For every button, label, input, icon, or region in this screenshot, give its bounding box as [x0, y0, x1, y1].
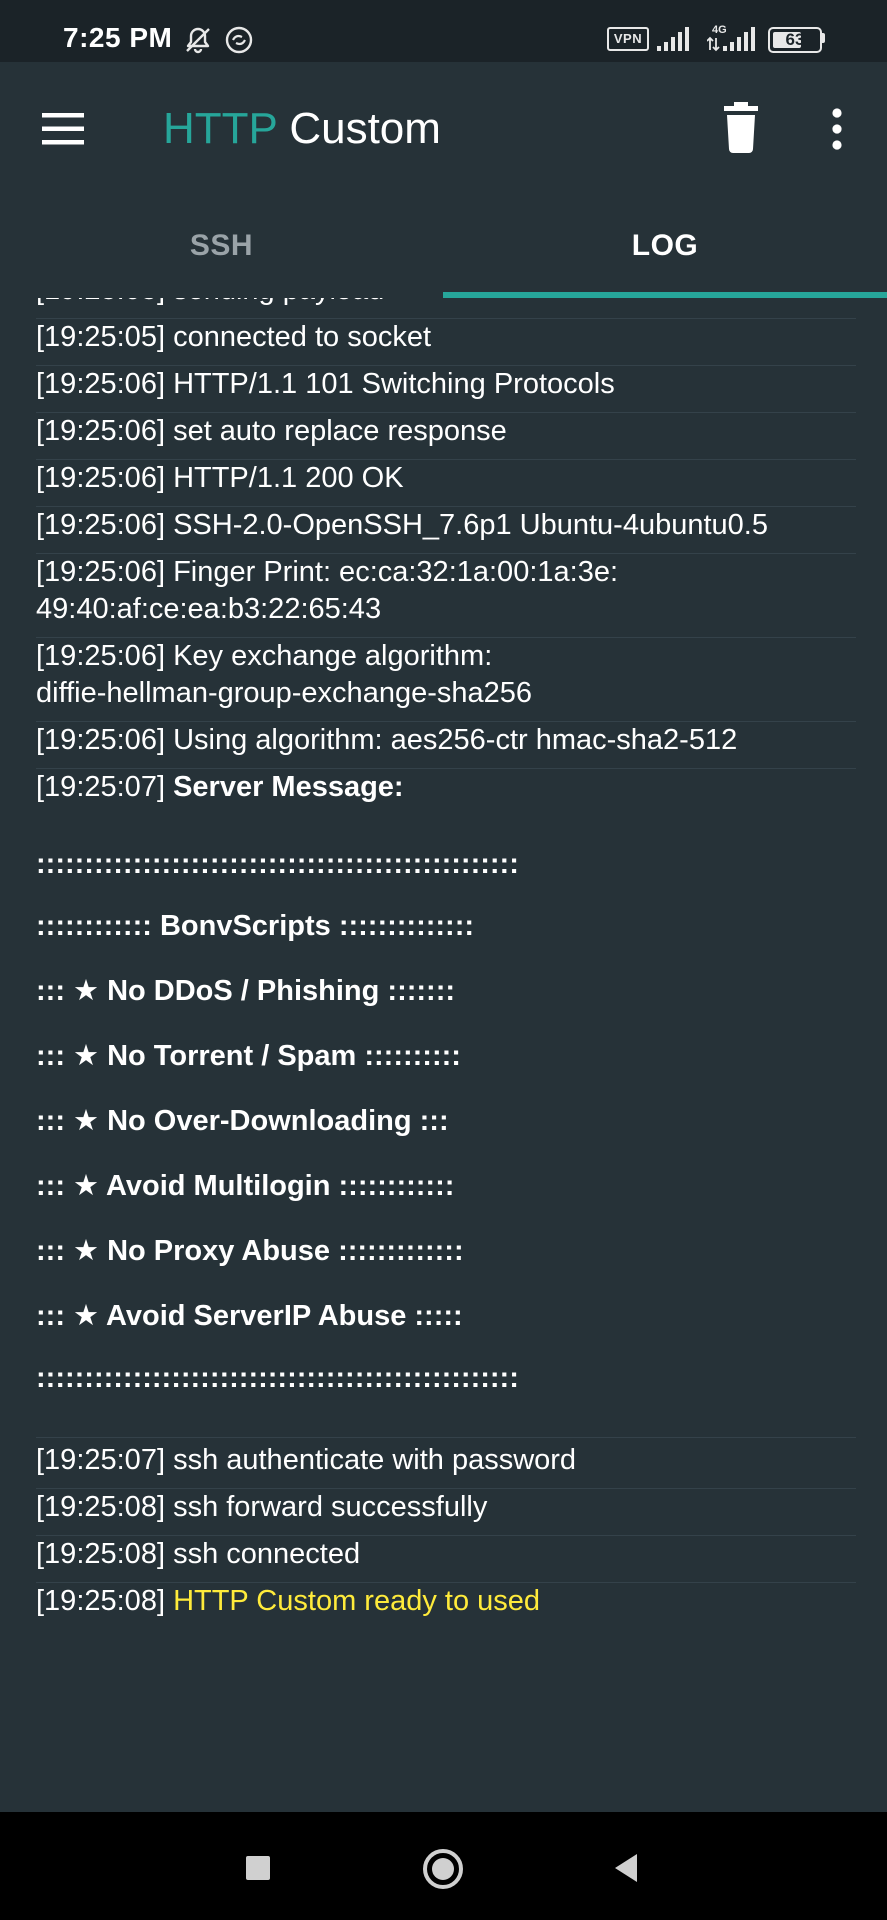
- app-title: HTTP Custom: [163, 104, 441, 154]
- battery-percent: 63: [785, 30, 805, 49]
- log-text: SSH-2.0-OpenSSH_7.6p1 Ubuntu-4ubuntu0.5: [173, 509, 768, 541]
- server-message-line: ::: ★ Avoid ServerIP Abuse :::::: [36, 1300, 463, 1332]
- app-screen: 7:25 PM VPN 4G 63 HTTP Custom SSH LOG [1…: [0, 0, 887, 1920]
- app-title-rest: Custom: [289, 104, 441, 153]
- back-icon: [615, 1854, 637, 1882]
- log-text: ssh connected: [173, 1538, 361, 1570]
- log-text: Finger Print: ec:ca:32:1a:00:1a:3e:: [173, 556, 619, 588]
- log-text: ssh forward successfully: [173, 1491, 488, 1523]
- log-text: HTTP/1.1 200 OK: [173, 462, 404, 494]
- server-message-line: ::::::::::::::::::::::::::::::::::::::::…: [36, 1362, 519, 1394]
- log-entry: [19:25:06] SSH-2.0-OpenSSH_7.6p1 Ubuntu-…: [36, 507, 856, 554]
- app-bar: HTTP Custom: [0, 62, 887, 198]
- log-list[interactable]: [19:25:05] sending payload [19:25:05] co…: [0, 298, 887, 1812]
- server-message-line: ::: ★ No DDoS / Phishing :::::::: [36, 975, 456, 1007]
- home-button[interactable]: [420, 1846, 464, 1890]
- log-time: [19:25:06]: [36, 509, 165, 541]
- log-entry: [19:25:06] Key exchange algorithm: diffie…: [36, 638, 856, 722]
- log-time: [19:25:08]: [36, 1585, 165, 1617]
- log-time: [19:25:06]: [36, 556, 165, 588]
- log-text: Using algorithm: aes256-ctr hmac-sha2-51…: [173, 724, 738, 756]
- log-entry-ready: [19:25:08] HTTP Custom ready to used: [36, 1583, 856, 1629]
- menu-icon: [42, 113, 84, 145]
- back-button[interactable]: [604, 1846, 648, 1890]
- signal-icon: [657, 27, 689, 51]
- battery-tip: [821, 33, 825, 43]
- log-time: [19:25:06]: [36, 724, 165, 756]
- server-message-line: ::: ★ Avoid Multilogin ::::::::::::: [36, 1170, 455, 1202]
- log-text-cont: diffie-hellman-group-exchange-sha256: [36, 677, 533, 709]
- log-text-highlight: HTTP Custom ready to used: [173, 1585, 541, 1617]
- log-time: [19:25:06]: [36, 640, 165, 672]
- signal-4g-icon: [707, 27, 755, 52]
- log-time: [19:25:05]: [36, 321, 165, 353]
- home-icon: [423, 1849, 463, 1889]
- alarm-off-icon: [186, 27, 210, 54]
- log-text: HTTP/1.1 101 Switching Protocols: [173, 368, 615, 400]
- more-options-button[interactable]: [810, 94, 864, 164]
- log-text: Key exchange algorithm:: [173, 640, 493, 672]
- server-message-line: ::: ★ No Over-Downloading :::: [36, 1105, 449, 1137]
- log-entry: [19:25:06] set auto replace response: [36, 413, 856, 460]
- log-entry: [19:25:06] Using algorithm: aes256-ctr h…: [36, 722, 856, 769]
- server-message-label: Server Message:: [173, 771, 404, 803]
- log-time: [19:25:07]: [36, 771, 165, 803]
- log-entry: [19:25:08] ssh forward successfully: [36, 1489, 856, 1536]
- log-time: [19:25:06]: [36, 415, 165, 447]
- log-text: sending payload: [173, 298, 384, 306]
- server-message-line: :::::::::::: BonvScripts ::::::::::::::: [36, 910, 475, 942]
- log-entry: [19:25:05] sending payload: [36, 298, 856, 319]
- trash-icon: [724, 102, 758, 153]
- log-text: connected to socket: [173, 321, 432, 353]
- server-message-header: [19:25:07] Server Message:: [36, 769, 856, 806]
- tab-bar: SSH LOG: [0, 198, 887, 298]
- menu-button[interactable]: [30, 100, 96, 158]
- recent-apps-icon: [246, 1856, 270, 1880]
- log-entry: [19:25:06] Finger Print: ec:ca:32:1a:00:…: [36, 554, 856, 638]
- log-time: [19:25:08]: [36, 1538, 165, 1570]
- log-entry: [19:25:08] ssh connected: [36, 1536, 856, 1583]
- log-time: [19:25:06]: [36, 368, 165, 400]
- recent-apps-button[interactable]: [236, 1846, 280, 1890]
- log-entry: [19:25:07] ssh authenticate with passwor…: [36, 1438, 856, 1489]
- log-text: ssh authenticate with password: [173, 1444, 577, 1476]
- log-text: set auto replace response: [173, 415, 507, 447]
- server-message-line: ::: ★ No Torrent / Spam ::::::::::: [36, 1040, 461, 1072]
- server-message: [19:25:07] Server Message: :::::::::::::…: [36, 769, 856, 1438]
- log-text-cont: 49:40:af:ce:ea:b3:22:65:43: [36, 593, 382, 625]
- tab-ssh[interactable]: SSH: [0, 198, 443, 298]
- status-time: 7:25 PM: [63, 22, 173, 53]
- status-bar: 7:25 PM VPN 4G 63: [0, 0, 887, 62]
- system-nav-bar: [0, 1812, 887, 1920]
- log-entry: [19:25:06] HTTP/1.1 200 OK: [36, 460, 856, 507]
- log-time: [19:25:07]: [36, 1444, 165, 1476]
- log-time: [19:25:05]: [36, 298, 165, 306]
- vpn-icon: VPN: [607, 27, 649, 51]
- tab-log[interactable]: LOG: [443, 198, 887, 298]
- sync-icon: [225, 26, 253, 54]
- log-time: [19:25:06]: [36, 462, 165, 494]
- server-message-line: ::: ★ No Proxy Abuse :::::::::::::: [36, 1235, 464, 1267]
- log-entry: [19:25:05] connected to socket: [36, 319, 856, 366]
- server-message-line: ::::::::::::::::::::::::::::::::::::::::…: [36, 848, 519, 880]
- clear-log-button[interactable]: [710, 94, 772, 164]
- more-vertical-icon: [832, 108, 842, 150]
- log-time: [19:25:08]: [36, 1491, 165, 1523]
- log-entry: [19:25:06] HTTP/1.1 101 Switching Protoc…: [36, 366, 856, 413]
- app-title-accent: HTTP: [163, 104, 278, 153]
- battery-icon: 63: [768, 27, 822, 53]
- log-content: [19:25:05] sending payload [19:25:05] co…: [36, 298, 856, 1629]
